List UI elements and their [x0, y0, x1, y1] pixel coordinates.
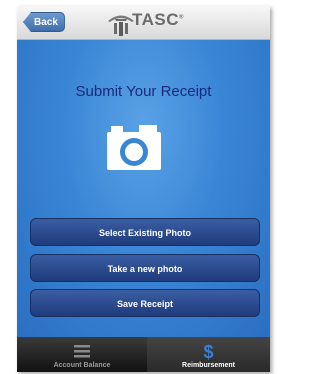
dollar-icon: $ [203, 342, 213, 361]
svg-text:$: $ [203, 342, 213, 361]
navigation-bar: Back TASC® [17, 6, 270, 40]
tab-account-balance-label: Account Balance [53, 362, 111, 369]
page-title: Submit Your Receipt [75, 83, 212, 100]
back-button[interactable]: Back [23, 12, 65, 32]
main-content: Submit Your Receipt Select Existing Phot… [17, 40, 270, 337]
logo-text: TASC® [132, 10, 184, 29]
app-screen: Back TASC® Submit Your Receipt Select Ex… [17, 6, 270, 372]
tab-account-balance[interactable]: Account Balance [17, 337, 147, 372]
save-receipt-button[interactable]: Save Receipt [30, 289, 260, 317]
tasc-logo: TASC® [106, 9, 186, 37]
tab-reimbursement-label: Reimbursement [182, 362, 235, 369]
camera-icon[interactable] [105, 122, 163, 172]
tab-reimbursement[interactable]: $ Reimbursement [147, 337, 270, 372]
take-new-photo-button[interactable]: Take a new photo [30, 254, 260, 282]
list-icon [74, 345, 90, 358]
select-existing-photo-button[interactable]: Select Existing Photo [30, 218, 260, 246]
tab-bar: Account Balance $ Reimbursement [17, 337, 270, 372]
